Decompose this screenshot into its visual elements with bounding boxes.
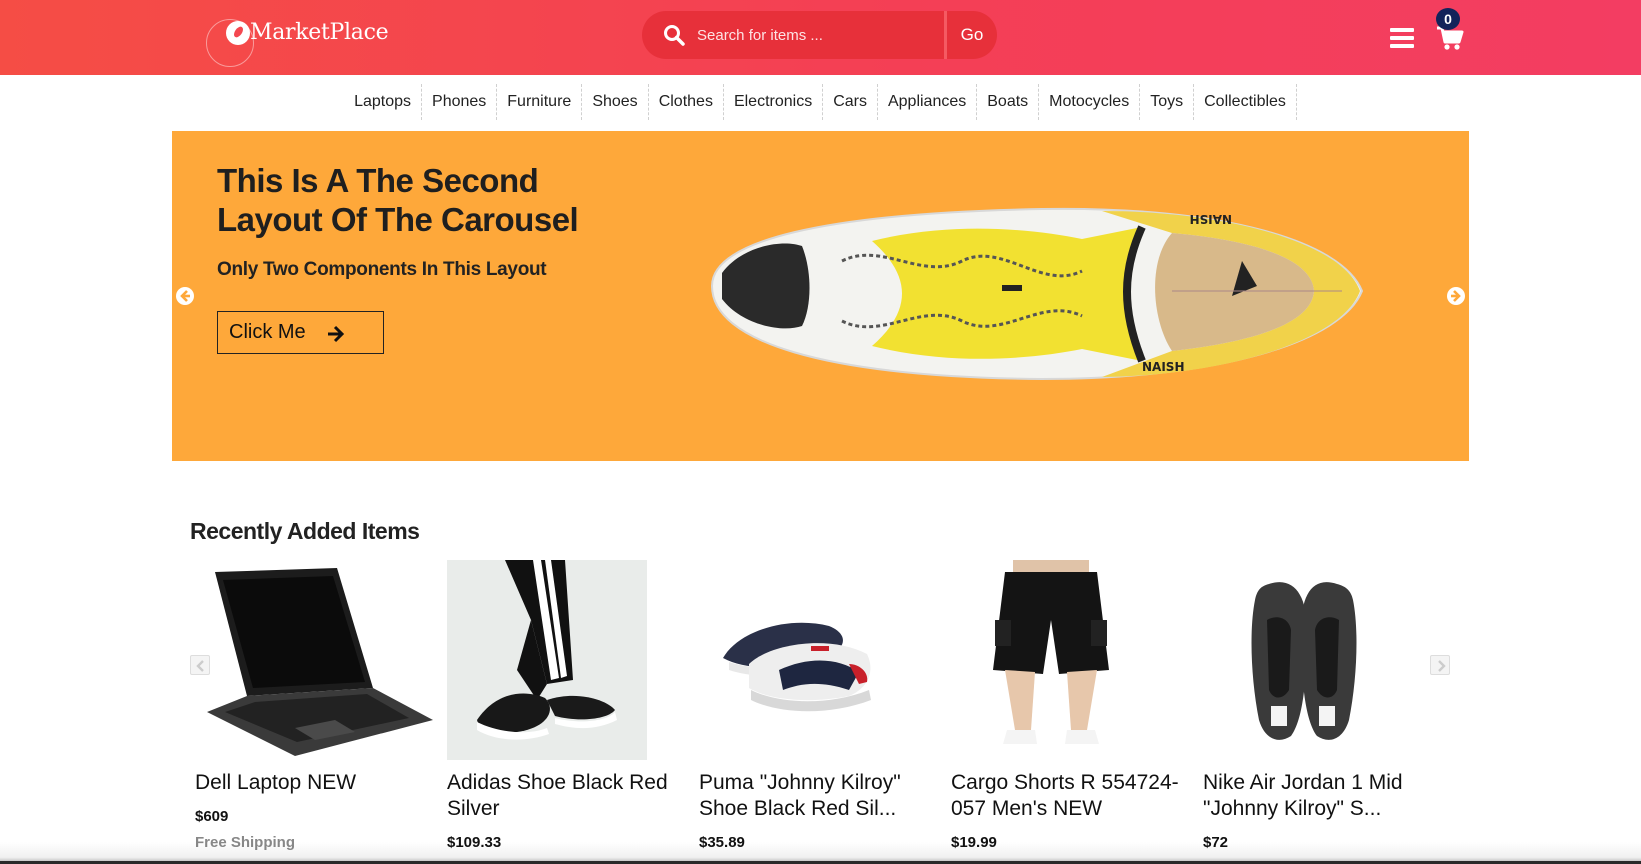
category-clothes[interactable]: Clothes	[649, 84, 724, 120]
search-input[interactable]	[697, 26, 927, 44]
category-nav: Laptops Phones Furniture Shoes Clothes E…	[0, 84, 1641, 120]
product-card[interactable]: Cargo Shorts R 554724-057 Men's NEW $19.…	[946, 560, 1194, 864]
product-image-laptop	[195, 560, 435, 760]
carousel-prev-icon[interactable]	[176, 287, 194, 305]
carousel-next-icon[interactable]	[1447, 287, 1465, 305]
category-furniture[interactable]: Furniture	[497, 84, 583, 120]
category-collectibles[interactable]: Collectibles	[1194, 84, 1297, 120]
search-field-wrapper	[642, 11, 944, 59]
board-brand-text: NAISH	[1190, 212, 1232, 226]
search-icon	[663, 24, 685, 46]
category-laptops[interactable]: Laptops	[344, 84, 423, 120]
product-image-cargo-shorts	[951, 560, 1151, 760]
category-toys[interactable]: Toys	[1140, 84, 1195, 120]
product-name: Adidas Shoe Black Red Silver	[447, 771, 668, 820]
product-image-adidas-shoe	[447, 560, 647, 760]
category-appliances[interactable]: Appliances	[878, 84, 978, 120]
recently-added-title: Recently Added Items	[190, 518, 420, 544]
hero-subtitle: Only Two Components In This Layout	[217, 259, 547, 280]
logo-text: MarketPlace	[250, 20, 389, 45]
category-cars[interactable]: Cars	[823, 84, 878, 120]
category-motocycles[interactable]: Motocycles	[1039, 84, 1141, 120]
product-price: $609	[195, 808, 229, 825]
click-me-label: Click Me	[229, 321, 306, 343]
hamburger-menu-icon[interactable]	[1390, 28, 1414, 48]
logo-icon	[226, 21, 250, 45]
click-me-button[interactable]: Click Me	[217, 311, 384, 354]
top-header: MarketPlace Go 0	[0, 0, 1641, 75]
product-card[interactable]: Dell Laptop NEW $609 Free Shipping	[190, 560, 438, 864]
category-boats[interactable]: Boats	[977, 84, 1040, 120]
product-name: Nike Air Jordan 1 Mid "Johnny Kilroy" S.…	[1203, 771, 1403, 820]
hero-carousel: This Is A The Second Layout Of The Carou…	[172, 131, 1469, 461]
product-card[interactable]: Nike Air Jordan 1 Mid "Johnny Kilroy" S.…	[1198, 560, 1446, 864]
go-button[interactable]: Go	[947, 11, 997, 59]
product-image-puma-shoe	[699, 560, 899, 760]
category-phones[interactable]: Phones	[422, 84, 498, 120]
product-name: Puma "Johnny Kilroy" Shoe Black Red Sil.…	[699, 771, 901, 820]
product-card[interactable]: Puma "Johnny Kilroy" Shoe Black Red Sil.…	[694, 560, 942, 864]
hero-title: This Is A The Second Layout Of The Carou…	[217, 162, 579, 238]
product-image-sneakers	[1203, 560, 1403, 760]
cart-count-badge: 0	[1436, 8, 1460, 30]
recent-items-list: Dell Laptop NEW $609 Free Shipping Adida…	[190, 560, 1460, 864]
surfboard-image: NAISH NAISH	[710, 207, 1364, 381]
board-brand-text-bottom: NAISH	[1142, 360, 1184, 374]
category-electronics[interactable]: Electronics	[724, 84, 824, 120]
arrow-right-icon	[326, 325, 346, 343]
product-card[interactable]: Adidas Shoe Black Red Silver $109.33	[442, 560, 690, 864]
category-shoes[interactable]: Shoes	[582, 84, 649, 120]
product-name: Cargo Shorts R 554724-057 Men's NEW	[951, 771, 1179, 820]
search-bar: Go	[642, 11, 997, 59]
product-name: Dell Laptop NEW	[195, 771, 357, 794]
